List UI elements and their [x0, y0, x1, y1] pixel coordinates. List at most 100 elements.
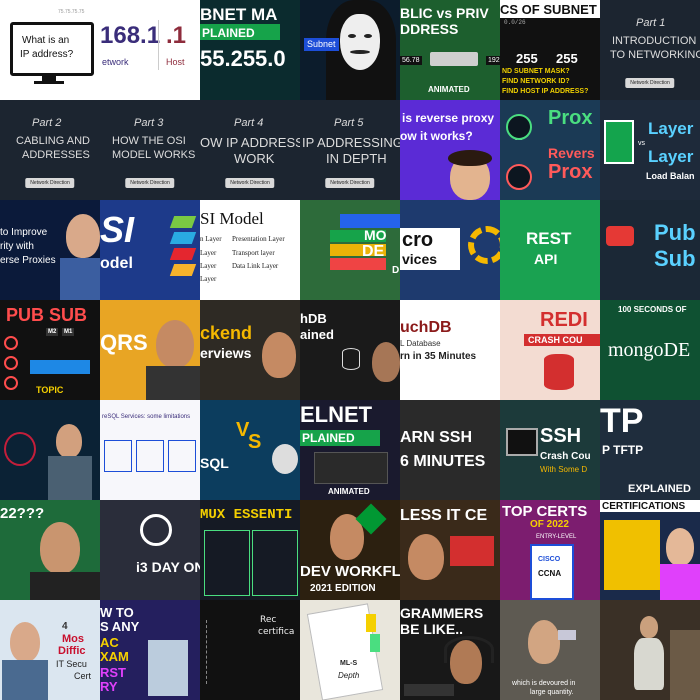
title-line-2: PLAINED	[202, 26, 255, 40]
thumb-ip-address[interactable]: 75.75.75.75 What is an IP address?	[0, 0, 100, 100]
title-line-2: Diffic	[58, 645, 86, 657]
thumb-part5[interactable]: Part 5 IP ADDRESSING IN DEPTH Network Di…	[300, 100, 400, 200]
presenter-photo	[40, 522, 80, 574]
subtitle: 100 SECONDS OF	[618, 305, 687, 314]
title-line-4: Cert	[74, 671, 92, 681]
thumb-dev-workflow[interactable]: DEV WORKFL 2021 EDITION	[300, 500, 400, 600]
mask-mustache	[350, 50, 370, 54]
part-label: Part 3	[134, 117, 164, 129]
thumb-subnet-mask[interactable]: BNET MA PLAINED 55.255.0	[200, 0, 300, 100]
title-line-1: Prox	[548, 107, 593, 129]
thumb-subnet-basics[interactable]: CS OF SUBNET 0.0/26 255 255 ND SUBNET MA…	[500, 0, 600, 100]
thumb-tmux[interactable]: MUX ESSENTI	[200, 500, 300, 600]
topic-label: TOPIC	[36, 385, 64, 395]
thumb-pass-exam[interactable]: W TO S ANY AC XAM RST RY	[100, 600, 200, 700]
thumb-whiteboard[interactable]: Rec certifica	[200, 600, 300, 700]
thumb-reverse-proxy[interactable]: is reverse proxy ow it works?	[400, 100, 500, 200]
presenter-photo	[372, 342, 400, 382]
msg-m1: M1	[62, 328, 75, 336]
slide-col-1	[104, 440, 132, 472]
title-line-1: INTRODUCTION	[612, 35, 697, 47]
title-line-2: IN DEPTH	[326, 151, 387, 166]
thumb-microservices[interactable]: cro vices	[400, 200, 500, 300]
title-line-2: erviews	[200, 345, 252, 361]
subscriber-1	[4, 336, 18, 350]
thumb-osi-model-1[interactable]: SI odel	[100, 200, 200, 300]
cert-vendor: CISCO	[538, 556, 561, 563]
thumb-it-security[interactable]: 4 Mos Diffic IT Secu Cert	[0, 600, 100, 700]
thumb-ip-octets[interactable]: 168.1 .1 etwork Host	[100, 0, 200, 100]
thumb-redis[interactable]: REDI CRASH COU	[500, 300, 600, 400]
presenter-photo	[262, 332, 296, 378]
thumb-qrs[interactable]: QRS	[100, 300, 200, 400]
ip-watermark: 75.75.75.75	[58, 9, 85, 15]
thumb-osi-model-2[interactable]: SI Model n Layer Layer Layer Layer Prese…	[200, 200, 300, 300]
thumb-part2[interactable]: Part 2 CABLING AND ADDRESSES Network Dir…	[0, 100, 100, 200]
title-line-2: Revers	[548, 145, 595, 161]
sign-prop	[450, 536, 494, 566]
subscriber-2	[4, 356, 18, 370]
thumb-layer-lb[interactable]: Layer vs Layer Load Balan	[600, 100, 700, 200]
person-photo	[640, 616, 658, 638]
thumb-public-private[interactable]: BLIC vs PRIV DDRESS 56.78 192 ANIMATED	[400, 0, 500, 100]
thumb-backend[interactable]: ckend erviews	[200, 300, 300, 400]
title-line-2: ADDRESSES	[22, 149, 90, 161]
slide-title: reSQL Services: some limitations	[102, 414, 191, 420]
thumb-telnet[interactable]: ELNET PLAINED ANIMATED	[300, 400, 400, 500]
thumb-less-it[interactable]: LESS IT CE	[400, 500, 500, 600]
subtitle: 2021 EDITION	[310, 583, 376, 594]
thumb-part4[interactable]: Part 4 OW IP ADDRESS WORK Network Direct…	[200, 100, 300, 200]
thumb-proxy-vs-reverse[interactable]: Prox vs Revers Prox	[500, 100, 600, 200]
title-line-1: SI	[100, 209, 135, 250]
thumb-part1[interactable]: Part 1 INTRODUCTION TO NETWORKING Networ…	[600, 0, 700, 100]
thumb-couchdb-1[interactable]: hDB ained	[300, 300, 400, 400]
subnet-tag: Subnet	[304, 38, 339, 51]
title-line-3: IT Secu	[56, 659, 87, 669]
caption-line-1: which is devoured in	[512, 680, 576, 687]
layer-d: Layer	[200, 275, 217, 283]
thumb-certifications[interactable]: CERTIFICATIONS	[600, 500, 700, 600]
title-line-2: ow it works?	[400, 129, 473, 143]
thumb-postgres-talk[interactable]	[0, 400, 100, 500]
thumb-improve-security[interactable]: to Improve rity with erse Proxies	[0, 200, 100, 300]
thumb-anonymous-subnet[interactable]: Subnet	[300, 0, 400, 100]
presenter-body	[48, 456, 92, 500]
vs-label: vs	[638, 140, 645, 147]
thumb-postgres-services[interactable]: reSQL Services: some limitations	[100, 400, 200, 500]
server-icon	[506, 114, 532, 140]
thumb-programmers[interactable]: GRAMMERS BE LIKE..	[400, 600, 500, 700]
note-label-2: Depth	[338, 671, 360, 680]
subtitle-2: With Some D	[540, 465, 588, 474]
animated-label: ANIMATED	[428, 85, 470, 94]
gear-icon	[468, 226, 500, 264]
title: PUB SUB	[6, 305, 88, 325]
stack-red	[544, 354, 574, 390]
presenter-body	[30, 572, 100, 600]
thumb-dance[interactable]	[600, 600, 700, 700]
thumb-top-certs[interactable]: TOP CERTS OF 2022 ENTRY-LEVEL CISCO CCNA	[500, 500, 600, 600]
thumb-modular[interactable]: MO DE D	[300, 200, 400, 300]
person-body	[634, 638, 664, 690]
thumb-devoured[interactable]: which is devoured in large quantity.	[500, 600, 600, 700]
tab-yellow	[366, 614, 376, 632]
thumb-question[interactable]: 22???	[0, 500, 100, 600]
thumb-couchdb-2[interactable]: uchDB L Database rn in 35 Minutes	[400, 300, 500, 400]
thumb-ssh-crash[interactable]: SSH Crash Cou With Some D	[500, 400, 600, 500]
thumb-tftp[interactable]: TP P TFTP EXPLAINED	[600, 400, 700, 500]
title-line-1: MO	[364, 227, 387, 243]
thumb-mongodb[interactable]: 100 SECONDS OF mongoDE	[600, 300, 700, 400]
thumb-notes[interactable]: ML-S Depth	[300, 600, 400, 700]
thumb-part3[interactable]: Part 3 HOW THE OSI MODEL WORKS Network D…	[100, 100, 200, 200]
thumb-pubsub-2[interactable]: PUB SUB M2 M1 TOPIC	[0, 300, 100, 400]
title: REDI	[540, 309, 588, 331]
thumb-pubsub-1[interactable]: Pub Sub	[600, 200, 700, 300]
title-line-1: OW IP ADDRESS	[200, 135, 300, 150]
thumb-rest-api[interactable]: REST API	[500, 200, 600, 300]
presenter-photo	[10, 622, 40, 662]
thumb-learn-ssh[interactable]: ARN SSH 6 MINUTES	[400, 400, 500, 500]
bottle-prop	[558, 630, 576, 640]
thumb-i3[interactable]: i3 DAY ON	[100, 500, 200, 600]
thumb-sql-vs[interactable]: V S SQL	[200, 400, 300, 500]
title: QRS	[100, 330, 148, 355]
title: SI Model	[200, 209, 264, 228]
